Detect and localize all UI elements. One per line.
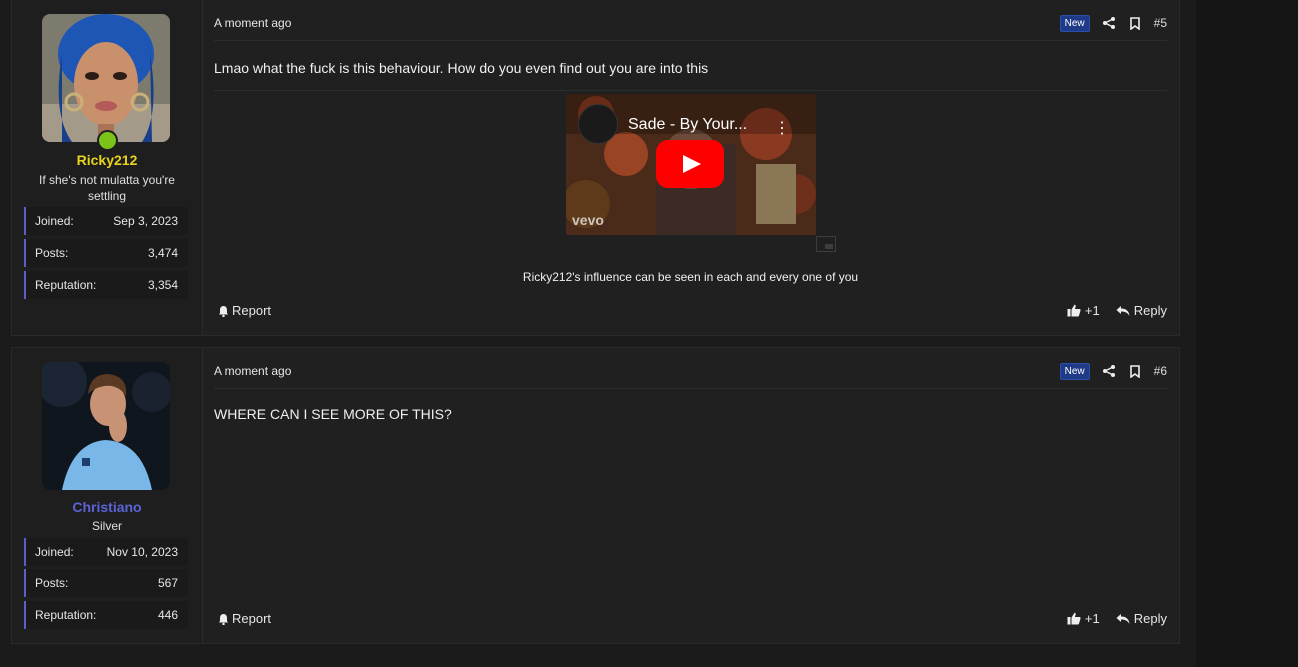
like-count: +1 xyxy=(1084,303,1100,318)
new-badge: New xyxy=(1059,362,1090,380)
share-icon[interactable] xyxy=(1102,16,1116,30)
stat-joined: Joined: Nov 10, 2023 xyxy=(24,538,188,566)
report-label: Report xyxy=(232,611,272,626)
like-count: +1 xyxy=(1084,611,1100,626)
like-button[interactable]: +1 xyxy=(1067,303,1100,318)
online-status-indicator xyxy=(97,130,118,151)
stat-value: 3,474 xyxy=(147,246,178,260)
stat-value: 567 xyxy=(157,576,178,590)
username[interactable]: Ricky212 xyxy=(12,152,202,168)
stat-posts: Posts: 3,474 xyxy=(24,239,188,267)
post-meta-bar: A moment ago New #5 xyxy=(214,0,1167,41)
bookmark-icon[interactable] xyxy=(1128,364,1142,378)
stat-value: Sep 3, 2023 xyxy=(113,214,178,228)
report-button[interactable]: Report xyxy=(216,611,271,626)
user-title: Silver xyxy=(91,519,122,533)
user-info-column: Christiano Silver Joined: Nov 10, 2023 P… xyxy=(12,348,203,643)
post-5: Ricky212 If she's not mulatta you're set… xyxy=(11,0,1180,336)
report-label: Report xyxy=(232,303,272,318)
stat-label: Posts: xyxy=(35,246,69,260)
reply-button[interactable]: Reply xyxy=(1116,303,1167,318)
picture-in-picture-icon xyxy=(816,236,836,252)
user-title: If she's not mulatta you're settling xyxy=(39,173,175,203)
post-body-text: Lmao what the fuck is this behaviour. Ho… xyxy=(214,60,709,76)
right-gutter xyxy=(1196,0,1298,667)
new-badge: New xyxy=(1059,14,1090,32)
post-time[interactable]: A moment ago xyxy=(214,364,291,378)
post-meta-bar: A moment ago New #6 xyxy=(214,348,1167,389)
bookmark-icon[interactable] xyxy=(1128,16,1142,30)
stat-label: Posts: xyxy=(35,576,69,590)
reply-arrow-icon xyxy=(1116,304,1130,318)
bell-icon xyxy=(216,304,230,318)
post-6: Christiano Silver Joined: Nov 10, 2023 P… xyxy=(11,347,1180,644)
more-options-icon[interactable]: ⋮ xyxy=(774,118,790,138)
post-footer: Report +1 Reply xyxy=(214,611,1167,631)
play-button-icon[interactable] xyxy=(656,140,724,188)
stat-reputation: Reputation: 446 xyxy=(24,601,188,629)
report-button[interactable]: Report xyxy=(216,303,271,318)
reply-label: Reply xyxy=(1133,303,1167,318)
stat-joined: Joined: Sep 3, 2023 xyxy=(24,207,188,235)
stat-reputation: Reputation: 3,354 xyxy=(24,271,188,299)
avatar[interactable] xyxy=(42,14,170,142)
stat-label: Reputation: xyxy=(35,278,97,292)
signature-divider xyxy=(214,90,1167,91)
stat-value: 446 xyxy=(157,608,178,622)
thumbs-up-icon xyxy=(1067,304,1081,318)
signature-text: Ricky212's influence can be seen in each… xyxy=(522,270,859,284)
like-button[interactable]: +1 xyxy=(1067,611,1100,626)
post-time[interactable]: A moment ago xyxy=(214,16,291,30)
post-actions: +1 Reply xyxy=(1067,303,1167,318)
post-body-text: WHERE CAN I SEE MORE OF THIS? xyxy=(214,406,452,422)
stat-value: 3,354 xyxy=(147,278,178,292)
post-footer: Report +1 Reply xyxy=(214,303,1167,323)
user-info-column: Ricky212 If she's not mulatta you're set… xyxy=(12,0,203,335)
thumbs-up-icon xyxy=(1067,612,1081,626)
stat-label: Joined: xyxy=(35,545,74,559)
channel-avatar[interactable] xyxy=(578,104,618,144)
post-number[interactable]: #6 xyxy=(1154,364,1167,378)
stat-posts: Posts: 567 xyxy=(24,569,188,597)
stat-label: Joined: xyxy=(35,214,74,228)
post-actions: +1 Reply xyxy=(1067,611,1167,626)
stat-value: Nov 10, 2023 xyxy=(106,545,178,559)
username[interactable]: Christiano xyxy=(12,499,202,515)
video-title[interactable]: Sade - By Your... xyxy=(628,116,747,134)
reply-arrow-icon xyxy=(1116,612,1130,626)
post-meta-actions: New #6 xyxy=(1059,362,1167,380)
stat-label: Reputation: xyxy=(35,608,97,622)
share-icon[interactable] xyxy=(1102,364,1116,378)
post-meta-actions: New #5 xyxy=(1059,14,1167,32)
reply-button[interactable]: Reply xyxy=(1116,611,1167,626)
post-number[interactable]: #5 xyxy=(1154,16,1167,30)
avatar[interactable] xyxy=(42,362,170,490)
bell-icon xyxy=(216,612,230,626)
reply-label: Reply xyxy=(1133,611,1167,626)
youtube-embed[interactable]: Sade - By Your... ⋮ vevo xyxy=(566,94,816,235)
vevo-watermark: vevo xyxy=(572,212,604,228)
